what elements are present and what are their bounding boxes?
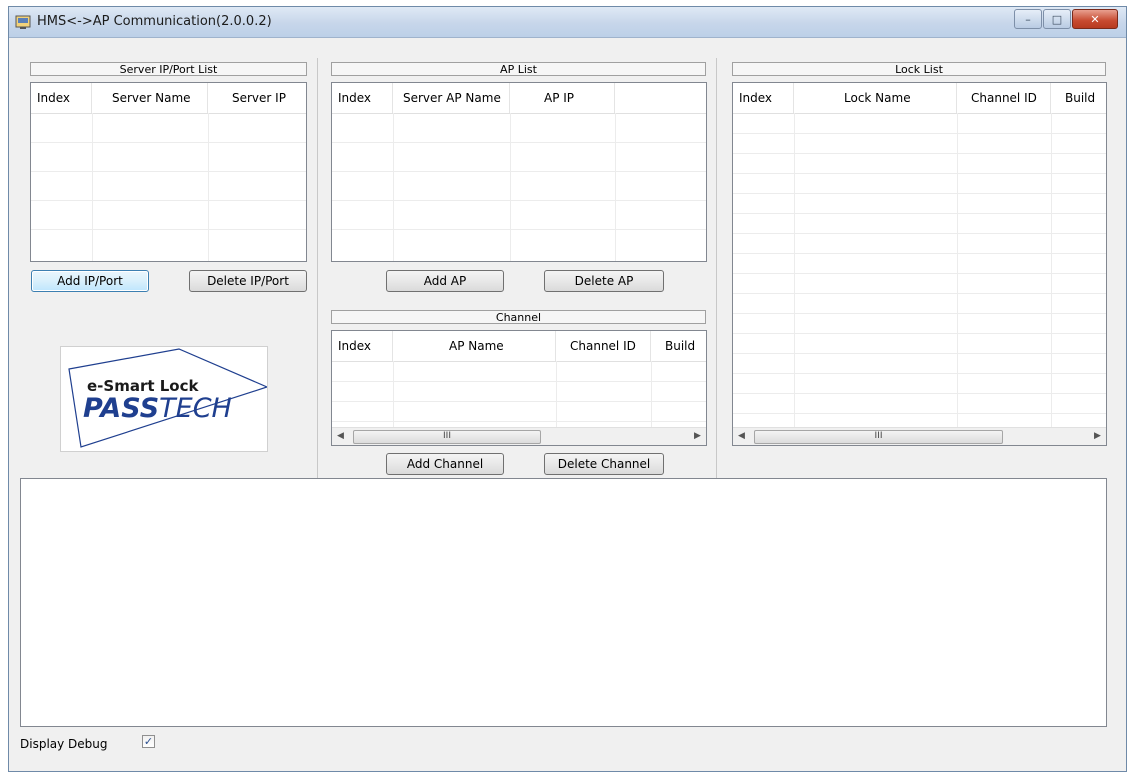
maximize-button[interactable]: □ (1043, 9, 1071, 29)
debug-output-box[interactable] (20, 478, 1107, 727)
lock-list-header: Lock List (732, 62, 1106, 76)
scroll-thumb[interactable]: III (353, 430, 541, 444)
column-header[interactable]: AP IP (510, 83, 615, 113)
lock-list-horizontal-scrollbar[interactable]: ◀ III ▶ (733, 427, 1106, 445)
delete-ap-button[interactable]: Delete AP (544, 270, 664, 292)
column-header[interactable]: Channel ID (556, 331, 651, 361)
delete-channel-button[interactable]: Delete Channel (544, 453, 664, 475)
column-header[interactable] (615, 83, 706, 113)
column-header[interactable]: AP Name (393, 331, 556, 361)
group-separator (317, 58, 318, 482)
column-header[interactable]: Channel ID (957, 83, 1051, 113)
logo-brand-tech: TECH (159, 393, 232, 424)
scroll-thumb[interactable]: III (754, 430, 1003, 444)
channel-horizontal-scrollbar[interactable]: ◀ III ▶ (332, 427, 706, 445)
column-header[interactable]: Index (733, 83, 794, 113)
server-list-header: Server IP/Port List (30, 62, 307, 76)
close-icon: ✕ (1090, 12, 1100, 26)
column-header[interactable]: Server AP Name (393, 83, 510, 113)
app-icon (15, 15, 31, 29)
passtech-logo: e-Smart Lock PASSTECH (60, 346, 269, 452)
column-header[interactable]: Server IP (208, 83, 306, 113)
column-header[interactable]: Index (332, 83, 393, 113)
column-header[interactable]: Lock Name (794, 83, 957, 113)
add-ap-button[interactable]: Add AP (386, 270, 504, 292)
server-list-columns: Index Server Name Server IP (31, 83, 306, 114)
ap-list-columns: Index Server AP Name AP IP (332, 83, 706, 114)
lock-list-columns: Index Lock Name Channel ID Build (733, 83, 1106, 114)
channel-list-columns: Index AP Name Channel ID Build (332, 331, 706, 362)
column-header[interactable]: Index (332, 331, 393, 361)
channel-header: Channel (331, 310, 706, 324)
logo-brand-pass: PASS (83, 393, 160, 424)
checkmark-icon: ✓ (143, 735, 154, 748)
channel-list-view[interactable]: Index AP Name Channel ID Build ◀ III ▶ (331, 330, 707, 446)
column-header[interactable]: Server Name (92, 83, 208, 113)
add-ip-port-button[interactable]: Add IP/Port (31, 270, 149, 292)
minimize-icon: – (1025, 12, 1031, 26)
delete-ip-port-button[interactable]: Delete IP/Port (189, 270, 307, 292)
window-controls: – □ ✕ (1013, 9, 1118, 29)
scroll-right-arrow-icon[interactable]: ▶ (689, 428, 706, 445)
scroll-left-arrow-icon[interactable]: ◀ (332, 428, 349, 445)
ap-list-view[interactable]: Index Server AP Name AP IP (331, 82, 707, 262)
server-list-view[interactable]: Index Server Name Server IP (30, 82, 307, 262)
lock-list-view[interactable]: Index Lock Name Channel ID Build ◀ III ▶ (732, 82, 1107, 446)
scroll-right-arrow-icon[interactable]: ▶ (1089, 428, 1106, 445)
minimize-button[interactable]: – (1014, 9, 1042, 29)
display-debug-label: Display Debug (20, 737, 108, 751)
maximize-icon: □ (1051, 12, 1063, 26)
add-channel-button[interactable]: Add Channel (386, 453, 504, 475)
column-header[interactable]: Build (1051, 83, 1106, 113)
scroll-left-arrow-icon[interactable]: ◀ (733, 428, 750, 445)
title-bar[interactable]: HMS<->AP Communication(2.0.0.2) – □ ✕ (9, 7, 1126, 38)
ap-list-header: AP List (331, 62, 706, 76)
close-button[interactable]: ✕ (1072, 9, 1118, 29)
window-title: HMS<->AP Communication(2.0.0.2) (37, 14, 272, 29)
column-header[interactable]: Index (31, 83, 92, 113)
group-separator (716, 58, 717, 482)
display-debug-checkbox[interactable]: ✓ (142, 735, 155, 748)
column-header[interactable]: Build (651, 331, 706, 361)
